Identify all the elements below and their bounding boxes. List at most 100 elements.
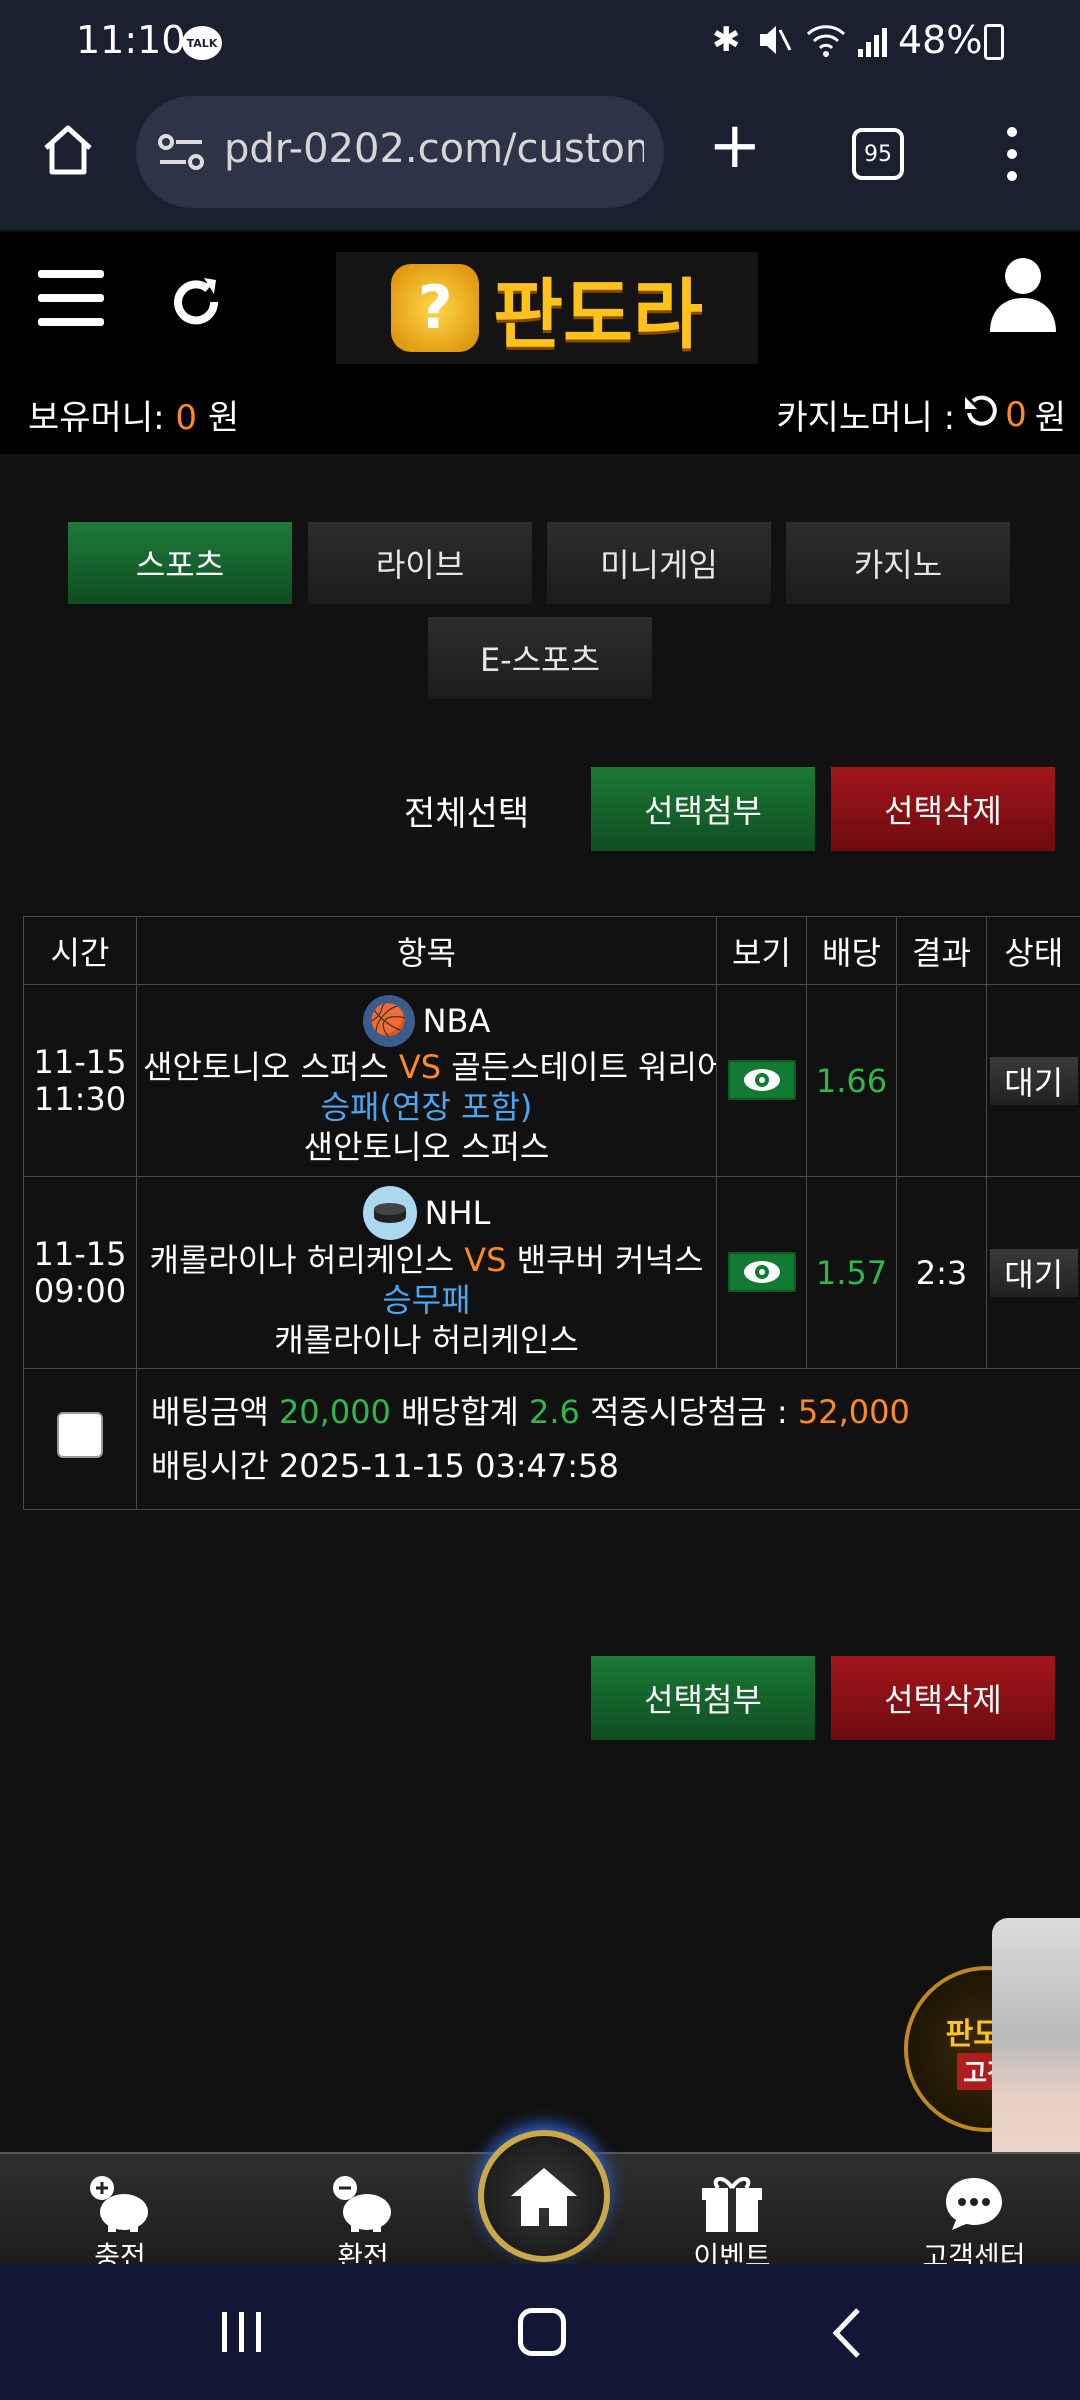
- basketball-icon: 🏀: [362, 994, 415, 1047]
- row-time: 09:00: [33, 1271, 127, 1310]
- nav-withdraw[interactable]: 환전: [283, 2154, 443, 2273]
- odds-total-label: 배당합계: [401, 1392, 519, 1431]
- pick-name: 캐롤라이나 허리케인스: [274, 1320, 579, 1359]
- casino-unit: 원: [1034, 398, 1066, 438]
- row-date: 11-15: [33, 1234, 127, 1273]
- tab-live[interactable]: 라이브: [308, 522, 532, 604]
- hamburger-menu-icon[interactable]: [38, 270, 104, 330]
- money-value: 0: [175, 398, 198, 438]
- market-name: 승패(연장 포함): [320, 1087, 533, 1126]
- league-name: NHL: [424, 1193, 491, 1232]
- table-row: 11-15 11:30 🏀 NBA 샌안토니오 스퍼스 VS 골든스테이트 워리어…: [23, 984, 1080, 1177]
- odds-value: 1.66: [806, 984, 897, 1177]
- bet-amount-value: 20,000: [278, 1392, 391, 1431]
- header-result: 결과: [896, 916, 987, 985]
- attach-selected-button[interactable]: 선택첨부: [591, 1656, 815, 1740]
- bet-select-checkbox[interactable]: [57, 1412, 103, 1458]
- bet-history-table: 시간 항목 보기 배당 결과 상태 11-15 11:30 🏀 NBA 샌안토니오…: [23, 916, 1080, 1510]
- floating-support-badge[interactable]: 판도라 고객: [904, 1918, 1080, 2218]
- signal-icon: [856, 24, 890, 68]
- bottom-navigation: 충전 환전 이벤트 고객센터: [0, 2130, 1080, 2273]
- bluetooth-icon: ✱: [712, 20, 741, 60]
- system-navigation-bar: [0, 2264, 1080, 2400]
- pick-name: 샌안토니오 스퍼스: [303, 1127, 550, 1166]
- logo-text: 판도라: [493, 270, 703, 359]
- bet-amount-label: 배팅금액: [151, 1392, 269, 1431]
- away-team: 골든스테이트 워리어: [451, 1047, 716, 1086]
- league-name: NBA: [422, 1001, 491, 1040]
- vs-label: VS: [464, 1240, 507, 1279]
- vs-label: VS: [398, 1047, 442, 1086]
- url-bar[interactable]: pdr-0202.com/custom: [136, 96, 664, 208]
- casino-label: 카지노머니 :: [776, 398, 956, 438]
- money-unit: 원: [207, 398, 240, 438]
- home-button-icon[interactable]: [518, 2308, 566, 2356]
- header-time: 시간: [23, 916, 137, 985]
- delete-selected-button[interactable]: 선택삭제: [831, 767, 1055, 851]
- market-name: 승무패: [382, 1280, 471, 1319]
- header-status: 상태: [986, 916, 1080, 985]
- away-team: 밴쿠버 커넉스: [516, 1240, 704, 1279]
- logo-emblem-icon: ?: [391, 264, 480, 352]
- hockey-puck-icon: [362, 1185, 417, 1240]
- nav-event[interactable]: 이벤트: [652, 2154, 812, 2273]
- row-time: 11:30: [33, 1079, 127, 1118]
- result-value: 2:3: [896, 1176, 987, 1369]
- tab-esports[interactable]: E-스포츠: [428, 617, 652, 699]
- tab-switcher-icon[interactable]: 95: [852, 128, 904, 180]
- home-icon[interactable]: [38, 120, 98, 184]
- user-profile-icon[interactable]: [990, 256, 1056, 336]
- header-view: 보기: [716, 916, 807, 985]
- site-logo[interactable]: ? 판도라: [336, 252, 758, 364]
- chat-support-icon: [946, 2178, 1002, 2230]
- view-eye-icon[interactable]: [727, 1252, 796, 1292]
- result-value: [896, 984, 987, 1177]
- bet-time-value: 2025-11-15 03:47:58: [278, 1447, 619, 1485]
- money-balance: 보유머니: 0 원: [28, 390, 239, 439]
- deposit-icon: [90, 2176, 148, 2232]
- delete-selected-button[interactable]: 선택삭제: [831, 1656, 1055, 1740]
- row-date: 11-15: [33, 1042, 127, 1081]
- win-amount-value: 52,000: [797, 1392, 910, 1431]
- back-icon[interactable]: [830, 2306, 864, 2364]
- header-odds: 배당: [806, 916, 897, 985]
- mute-icon: [756, 20, 792, 69]
- casino-refresh-icon[interactable]: [963, 393, 997, 436]
- odds-total-value: 2.6: [529, 1392, 580, 1431]
- status-badge: 대기: [989, 1056, 1078, 1105]
- table-row: 11-15 09:00 NHL 캐롤라이나 허리케인스 VS 밴쿠버 커넉스 승무…: [23, 1176, 1080, 1369]
- bet-summary-row: 배팅금액 20,000 배당합계 2.6 적중시당첨금 : 52,000 배팅시…: [23, 1368, 1080, 1510]
- status-time: 11:10: [76, 18, 186, 62]
- site-settings-icon[interactable]: [158, 132, 204, 176]
- tab-sports[interactable]: 스포츠: [68, 522, 292, 604]
- casino-balance: 카지노머니 : 0 원: [776, 390, 1066, 439]
- nav-support[interactable]: 고객센터: [894, 2154, 1054, 2273]
- nav-deposit[interactable]: 충전: [40, 2154, 200, 2273]
- more-menu-icon[interactable]: [1002, 126, 1022, 186]
- home-team: 캐롤라이나 허리케인스: [149, 1240, 455, 1279]
- status-badge: 대기: [989, 1248, 1078, 1297]
- odds-value: 1.57: [806, 1176, 897, 1369]
- new-tab-icon[interactable]: +: [708, 114, 762, 178]
- casino-value: 0: [1005, 394, 1027, 435]
- nav-home[interactable]: [478, 2130, 610, 2262]
- recent-apps-icon[interactable]: [218, 2308, 266, 2360]
- tab-minigame[interactable]: 미니게임: [547, 522, 771, 604]
- url-text: pdr-0202.com/custom: [224, 126, 644, 172]
- tab-casino[interactable]: 카지노: [786, 522, 1010, 604]
- header-item: 항목: [136, 916, 717, 985]
- select-all-label[interactable]: 전체선택: [404, 786, 529, 835]
- money-label: 보유머니:: [28, 398, 165, 438]
- win-amount-label: 적중시당첨금 :: [590, 1392, 788, 1431]
- bet-time-label: 배팅시간: [151, 1447, 269, 1485]
- battery-icon: [984, 24, 1004, 60]
- home-icon: [511, 2168, 577, 2226]
- withdraw-icon: [333, 2176, 391, 2232]
- browser-toolbar: pdr-0202.com/custom + 95: [0, 88, 1080, 230]
- talk-icon: TALK: [182, 26, 222, 60]
- status-bar: 11:10 TALK ✱ 48%: [0, 0, 1080, 88]
- attach-selected-button[interactable]: 선택첨부: [591, 767, 815, 851]
- refresh-icon[interactable]: [166, 272, 226, 336]
- view-eye-icon[interactable]: [727, 1060, 796, 1100]
- wifi-icon: [804, 20, 848, 69]
